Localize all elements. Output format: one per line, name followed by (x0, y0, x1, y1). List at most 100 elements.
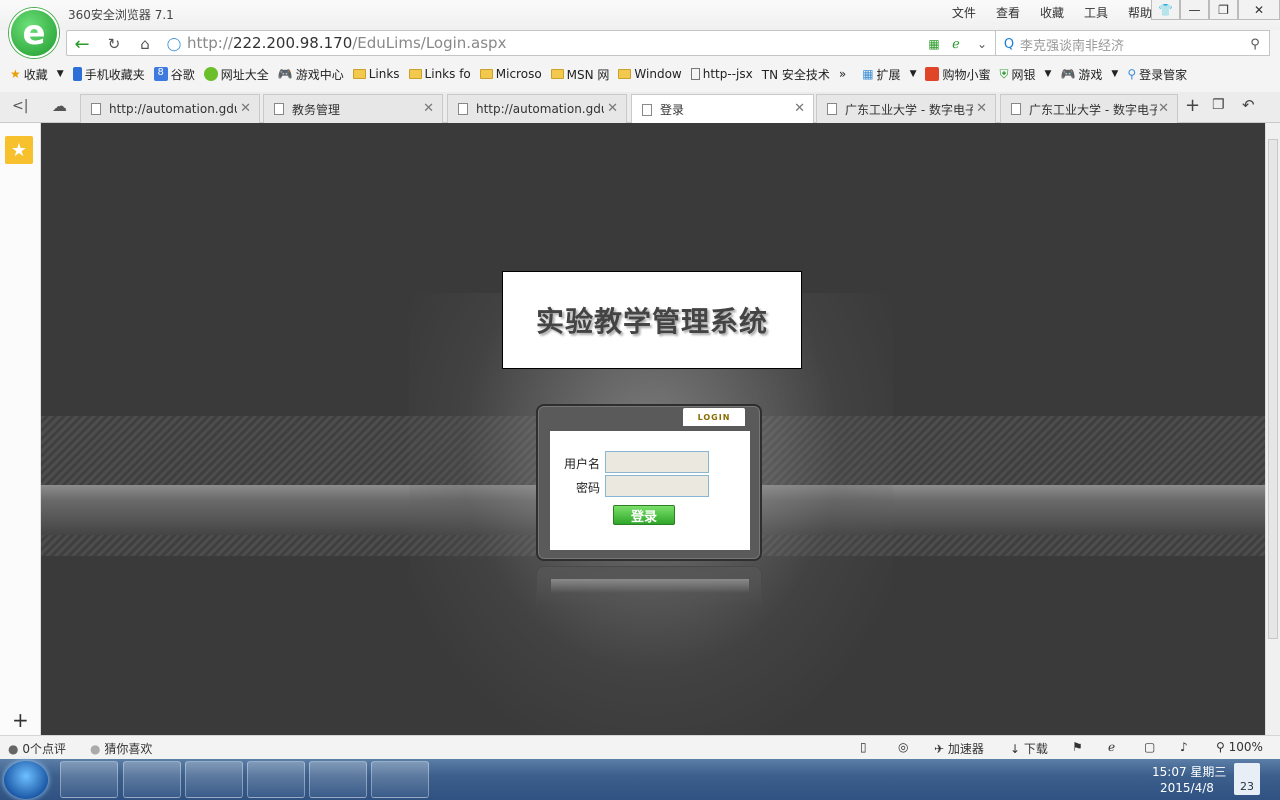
bookmarks-overflow-icon[interactable]: » (839, 67, 846, 81)
maximize-button[interactable]: ❐ (1209, 0, 1238, 20)
restore-window-icon[interactable]: ❐ (1212, 97, 1225, 113)
close-tab-icon[interactable]: ✕ (607, 101, 618, 116)
bookmark-mobile[interactable]: 手机收藏夹 (72, 66, 145, 83)
username-input[interactable] (605, 451, 709, 473)
undo-close-icon[interactable]: ↶ (1242, 96, 1255, 114)
bookmark-links[interactable]: Links (352, 67, 400, 81)
taskbar-ie-icon[interactable] (371, 761, 429, 798)
browser-logo-icon[interactable]: e (9, 8, 59, 58)
tab-automation-2[interactable]: http://automation.gdu ✕ (447, 94, 627, 123)
login-frame: LOGIN 用户名 密码 登录 (536, 404, 762, 561)
login-form: 用户名 密码 登录 (550, 431, 750, 550)
shopping-helper-button[interactable]: 购物小蜜 (925, 66, 991, 83)
qr-code-icon[interactable]: ▦ (923, 34, 945, 54)
online-bank-button[interactable]: ⛨ 网银 ▼ (1000, 66, 1052, 83)
search-icon[interactable]: ⚲ (1244, 34, 1266, 54)
calendar-icon[interactable]: 23 (1234, 763, 1260, 795)
menu-favorites[interactable]: 收藏 (1040, 4, 1064, 21)
dropdown-chevron-icon[interactable]: ⌄ (971, 34, 993, 54)
taskbar-360-browser-icon[interactable] (309, 761, 367, 798)
bookmark-label: 手机收藏夹 (84, 67, 145, 82)
compass-icon[interactable]: ◎ (898, 740, 908, 754)
taskbar-explorer-icon[interactable] (60, 761, 118, 798)
download-button[interactable]: ↓ 下载 (1010, 740, 1048, 757)
bookmark-msn[interactable]: MSN 网 (550, 66, 609, 83)
taskbar-wps-writer-icon[interactable] (247, 761, 305, 798)
chevron-down-icon[interactable]: ▼ (57, 69, 64, 79)
bookmark-jsx[interactable]: http--jsx (690, 67, 753, 81)
skin-icon[interactable]: 👕 (1151, 0, 1180, 20)
comments-label: 0个点评 (22, 742, 66, 756)
close-tab-icon[interactable]: ✕ (1158, 101, 1169, 116)
tab-academic-affairs[interactable]: 教务管理 ✕ (263, 94, 443, 123)
chevron-down-icon[interactable]: ▼ (1045, 69, 1052, 79)
close-tab-icon[interactable]: ✕ (794, 101, 805, 116)
bookmark-favorites[interactable]: ★ 收藏 ▼ (10, 66, 64, 83)
google-icon: 8 (153, 67, 168, 81)
bookmark-google[interactable]: 8 谷歌 (153, 66, 195, 83)
compat-mode-icon[interactable]: ℯ (945, 34, 967, 54)
chevron-down-icon[interactable]: ▼ (1111, 69, 1118, 79)
menu-help[interactable]: 帮助 (1128, 4, 1152, 21)
url-text[interactable]: http://222.200.98.170/EduLims/Login.aspx (187, 34, 506, 52)
bookmark-nav[interactable]: 网址大全 (203, 66, 269, 83)
bookmark-games[interactable]: 🎮 游戏中心 (278, 66, 344, 83)
bookmark-microsoft[interactable]: Microso (479, 67, 542, 81)
star-icon: ★ (10, 67, 21, 81)
taskbar-notebook-icon[interactable] (123, 761, 181, 798)
search-engine-icon[interactable]: Q (998, 34, 1020, 54)
bookmark-windows[interactable]: Window (618, 67, 682, 81)
taskbar-cmd-icon[interactable] (185, 761, 243, 798)
tab-list-icon[interactable]: <| (12, 98, 28, 114)
status-bar: ● 0个点评 ● 猜你喜欢 ▯ ◎ ✈ 加速器 ↓ 下载 ⚑ ℯ ▢ ♪ ⚲ 1… (0, 735, 1280, 759)
folder-icon (408, 69, 422, 79)
games-button[interactable]: 🎮 游戏 ▼ (1060, 66, 1118, 83)
volume-icon[interactable]: ♪ (1180, 740, 1188, 754)
password-input[interactable] (605, 475, 709, 497)
comments-status[interactable]: ● 0个点评 (8, 740, 66, 757)
bookmark-links-fo[interactable]: Links fo (408, 67, 471, 81)
tab-label: 教务管理 (292, 102, 341, 117)
zoom-control[interactable]: ⚲ 100% (1216, 740, 1263, 754)
vertical-scrollbar[interactable] (1265, 123, 1280, 735)
close-button[interactable]: ✕ (1238, 0, 1280, 20)
tab-automation-1[interactable]: http://automation.gdu ✕ (80, 94, 260, 123)
login-manager-button[interactable]: ⚲ 登录管家 (1127, 66, 1187, 83)
tab-label: 广东工业大学 - 数字电子 (845, 102, 973, 117)
tab-gdut-2[interactable]: 广东工业大学 - 数字电子 ✕ (1000, 94, 1178, 123)
guess-you-like[interactable]: ● 猜你喜欢 (90, 740, 152, 757)
menu-view[interactable]: 查看 (996, 4, 1020, 21)
search-box[interactable]: Q 李克强谈南非经济 ⚲ (995, 30, 1270, 56)
back-icon[interactable]: ← (71, 34, 93, 55)
scrollbar-thumb[interactable] (1268, 139, 1278, 639)
clock-time[interactable]: 15:07 星期三 (1152, 763, 1226, 780)
accelerator-button[interactable]: ✈ 加速器 (934, 740, 984, 757)
close-tab-icon[interactable]: ✕ (240, 101, 251, 116)
window-icon[interactable]: ▢ (1144, 740, 1155, 754)
menu-tools[interactable]: 工具 (1084, 4, 1108, 21)
favorites-star-icon[interactable]: ★ (5, 136, 33, 164)
refresh-icon[interactable]: ↻ (103, 34, 125, 54)
site-info-icon[interactable]: ◯ (163, 34, 185, 54)
login-button[interactable]: 登录 (613, 505, 675, 525)
clock-date[interactable]: 2015/4/8 (1160, 781, 1214, 795)
search-input[interactable]: 李克强谈南非经济 (1020, 35, 1124, 54)
cloud-icon[interactable]: ☁ (52, 97, 67, 115)
minimize-button[interactable]: — (1180, 0, 1209, 20)
home-icon[interactable]: ⌂ (134, 34, 156, 54)
address-bar[interactable]: ← ↻ ⌂ ◯ http://222.200.98.170/EduLims/Lo… (66, 30, 996, 56)
mobile-icon[interactable]: ▯ (860, 740, 867, 754)
tab-login[interactable]: 登录 ✕ (631, 94, 814, 124)
bookmark-tn[interactable]: TN 安全技术 (762, 66, 830, 83)
flag-icon[interactable]: ⚑ (1072, 740, 1083, 754)
close-tab-icon[interactable]: ✕ (423, 101, 434, 116)
menu-file[interactable]: 文件 (952, 4, 976, 21)
sidebar-add-icon[interactable]: + (12, 708, 29, 732)
new-tab-button[interactable]: + (1185, 95, 1200, 116)
ie-mode-icon[interactable]: ℯ (1108, 740, 1115, 754)
extensions-button[interactable]: ▦ 扩展 ▼ (862, 66, 916, 83)
chevron-down-icon[interactable]: ▼ (910, 69, 917, 79)
start-button[interactable] (4, 761, 48, 799)
close-tab-icon[interactable]: ✕ (976, 101, 987, 116)
tab-gdut-1[interactable]: 广东工业大学 - 数字电子 ✕ (816, 94, 996, 123)
